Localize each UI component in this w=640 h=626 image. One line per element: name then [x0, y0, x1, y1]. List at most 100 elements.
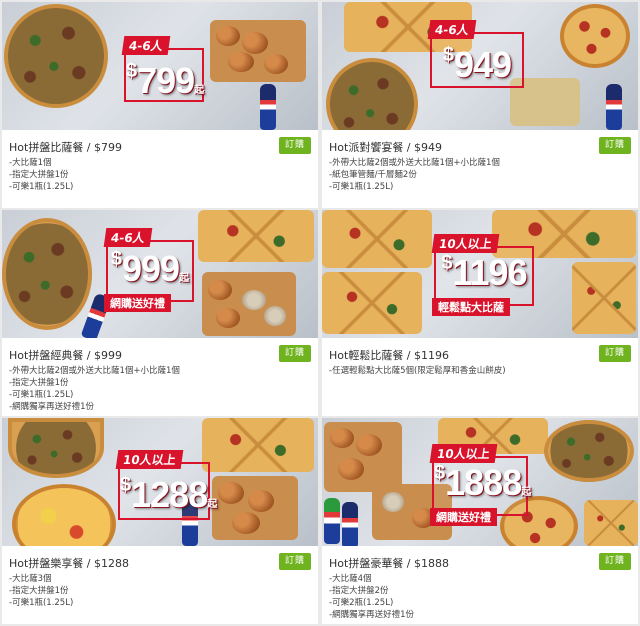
group-size-tag: 10人以上: [431, 234, 500, 253]
badge-price: $799起: [126, 60, 205, 101]
pizza-image: [544, 420, 634, 482]
order-button[interactable]: 訂購: [599, 137, 631, 154]
pizza-slices-image: [572, 262, 636, 334]
combo-title: Hot拼盤比薩餐 / $799: [9, 141, 123, 154]
mushroom-image: [264, 306, 286, 326]
pizza-image: [12, 484, 116, 546]
combo-photo[interactable]: 10人以上 $1888起 網購送好禮: [322, 418, 638, 546]
price-badge: 4-6人 $799起: [121, 36, 205, 102]
combo-item: -網購獨享再送好禮1份: [329, 610, 414, 620]
price-badge: 4-6人 $999起 網購送好禮: [103, 228, 194, 312]
pizza-image: [4, 4, 108, 108]
chicken-image: [232, 512, 260, 534]
badge-price: $999起: [110, 248, 190, 289]
group-size-tag: 4-6人: [427, 20, 477, 39]
chicken-image: [264, 54, 288, 74]
combo-item: -網購獨享再送好禮1份: [9, 402, 94, 412]
combo-item: -大比薩1個: [9, 158, 52, 168]
combo-item: -可樂1瓶(1.25L): [9, 390, 74, 400]
combo-item-list: -大比薩1個 -指定大拼盤1份 -可樂1瓶(1.25L): [9, 157, 73, 193]
combo-item: -外帶大比薩2個或外送大比薩1個+小比薩1個: [329, 158, 500, 168]
combo-photo[interactable]: 4-6人 $799起: [2, 2, 318, 130]
combo-item-list: -大比薩4個 -指定大拼盤2份 -可樂2瓶(1.25L) -網購獨享再送好禮1份: [329, 573, 414, 621]
combo-item: -可樂1瓶(1.25L): [9, 598, 74, 608]
combo-item: -可樂1瓶(1.25L): [9, 182, 74, 192]
pizza-image: [2, 218, 92, 330]
combo-item: -指定大拼盤1份: [9, 586, 69, 596]
pizza-slices-image: [584, 500, 638, 546]
mushroom-image: [382, 492, 404, 512]
promo-tag: 輕鬆點大比薩: [432, 298, 510, 316]
order-button[interactable]: 訂購: [599, 345, 631, 362]
chicken-image: [248, 490, 274, 512]
badge-price: $949: [442, 44, 512, 85]
sprite-bottle-image: [324, 498, 340, 544]
cola-bottle-image: [342, 502, 358, 546]
combo-title: Hot派對饗宴餐 / $949: [329, 141, 443, 154]
pizza-slices-image: [322, 210, 432, 268]
group-size-tag: 4-6人: [121, 36, 171, 55]
pizza-image: [8, 418, 104, 478]
cola-bottle-image: [260, 84, 276, 130]
group-size-tag: 4-6人: [103, 228, 153, 247]
combo-title: Hot拼盤樂享餐 / $1288: [9, 557, 130, 570]
chicken-image: [330, 428, 354, 448]
badge-price: $1888起: [434, 462, 532, 503]
combo-photo[interactable]: 10人以上 $1196 輕鬆點大比薩: [322, 210, 638, 338]
group-size-tag: 10人以上: [429, 444, 498, 463]
combo-item: -大比薩4個: [329, 574, 372, 584]
combo-title: Hot拼盤經典餐 / $999: [9, 349, 123, 362]
price-badge: 4-6人 $949: [427, 20, 524, 88]
combo-item: -可樂2瓶(1.25L): [329, 598, 394, 608]
pizza-slices-image: [202, 418, 314, 472]
combo-item: -指定大拼盤1份: [9, 170, 69, 180]
chicken-image: [216, 26, 240, 46]
pizza-slices-image: [322, 272, 422, 334]
chicken-image: [218, 482, 244, 504]
chicken-image: [338, 458, 364, 480]
order-button[interactable]: 訂購: [279, 553, 311, 570]
pizza-image: [326, 58, 418, 130]
combo-title: Hot輕鬆比薩餐 / $1196: [329, 349, 450, 362]
chicken-image: [242, 32, 268, 54]
combo-item: -指定大拼盤2份: [329, 586, 389, 596]
combo-item-list: -外帶大比薩2個或外送大比薩1個+小比薩1個 -指定大拼盤1份 -可樂1瓶(1.…: [9, 365, 180, 413]
order-button[interactable]: 訂購: [279, 345, 311, 362]
price-badge: 10人以上 $1288起: [115, 450, 218, 520]
combo-photo[interactable]: 4-6人 $999起 網購送好禮: [2, 210, 318, 338]
combo-card-799[interactable]: 4-6人 $799起 Hot拼盤比薩餐 / $799 訂購 -大比薩1個 -指定…: [2, 2, 318, 208]
combo-item: -可樂1瓶(1.25L): [329, 182, 394, 192]
combo-card-1888[interactable]: 10人以上 $1888起 網購送好禮 Hot拼盤豪華餐 / $1888 訂購 -…: [322, 418, 638, 624]
pizza-slices-image: [198, 210, 314, 262]
chicken-image: [228, 52, 254, 72]
combo-item-list: -任選輕鬆點大比薩5個(限定鬆厚和香金山餅皮): [329, 365, 506, 377]
combo-card-949[interactable]: 4-6人 $949 Hot派對饗宴餐 / $949 訂購 -外帶大比薩2個或外送…: [322, 2, 638, 208]
combo-card-1196[interactable]: 10人以上 $1196 輕鬆點大比薩 Hot輕鬆比薩餐 / $1196 訂購 -…: [322, 210, 638, 416]
price-badge: 10人以上 $1888起 網購送好禮: [429, 444, 532, 526]
badge-price: $1196: [441, 252, 527, 293]
meatball-dish-image: [560, 4, 630, 68]
price-badge: 10人以上 $1196 輕鬆點大比薩: [431, 234, 534, 316]
combo-title: Hot拼盤豪華餐 / $1888: [329, 557, 450, 570]
combo-item: -指定大拼盤1份: [9, 378, 69, 388]
badge-price: $1288起: [120, 474, 218, 515]
combo-item-list: -外帶大比薩2個或外送大比薩1個+小比薩1個 -紙包筆管麵/千層麵2份 -可樂1…: [329, 157, 500, 193]
combo-item: -大比薩3個: [9, 574, 52, 584]
group-size-tag: 10人以上: [115, 450, 184, 469]
combo-item: -任選輕鬆點大比薩5個(限定鬆厚和香金山餅皮): [329, 366, 506, 376]
combo-item: -紙包筆管麵/千層麵2份: [329, 170, 417, 180]
promo-tag: 網購送好禮: [430, 508, 497, 526]
chicken-image: [208, 280, 232, 300]
combo-photo[interactable]: 4-6人 $949: [322, 2, 638, 130]
combo-card-999[interactable]: 4-6人 $999起 網購送好禮 Hot拼盤經典餐 / $999 訂購 -外帶大…: [2, 210, 318, 416]
chicken-image: [356, 434, 382, 456]
chicken-image: [216, 308, 240, 328]
order-button[interactable]: 訂購: [279, 137, 311, 154]
cola-bottle-image: [606, 84, 622, 130]
combo-item: -外帶大比薩2個或外送大比薩1個+小比薩1個: [9, 366, 180, 376]
order-button[interactable]: 訂購: [599, 553, 631, 570]
combo-photo[interactable]: 10人以上 $1288起: [2, 418, 318, 546]
promo-tag: 網購送好禮: [104, 294, 171, 312]
combo-card-1288[interactable]: 10人以上 $1288起 Hot拼盤樂享餐 / $1288 訂購 -大比薩3個 …: [2, 418, 318, 624]
combo-item-list: -大比薩3個 -指定大拼盤1份 -可樂1瓶(1.25L): [9, 573, 73, 609]
